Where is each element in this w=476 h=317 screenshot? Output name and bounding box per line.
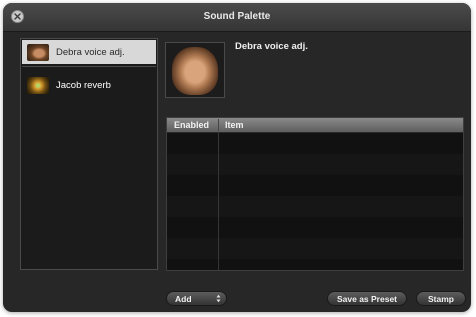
effects-table[interactable]: Enabled Item — [166, 117, 464, 271]
table-row[interactable] — [167, 217, 463, 238]
table-row[interactable] — [167, 133, 463, 154]
preset-list[interactable]: Debra voice adj. Jacob reverb — [20, 38, 158, 270]
table-row[interactable] — [167, 175, 463, 196]
updown-arrows-icon — [216, 294, 221, 303]
sound-palette-window: Sound Palette Debra voice adj. Jacob rev… — [3, 3, 471, 312]
column-header-enabled[interactable]: Enabled — [174, 118, 209, 132]
window-title: Sound Palette — [203, 11, 271, 22]
column-header-item[interactable]: Item — [225, 118, 244, 132]
add-popup-button[interactable]: Add — [166, 291, 227, 306]
stamp-button[interactable]: Stamp — [416, 291, 466, 306]
preset-item-label: Debra voice adj. — [56, 46, 125, 58]
table-row[interactable] — [167, 238, 463, 259]
table-row[interactable] — [167, 259, 463, 270]
face-thumbnail-icon — [27, 43, 49, 61]
preset-item-jacob-reverb[interactable]: Jacob reverb — [22, 73, 156, 97]
preset-divider — [22, 66, 156, 67]
add-button-label: Add — [175, 293, 192, 304]
preset-item-debra-voice-adj[interactable]: Debra voice adj. — [22, 40, 156, 64]
preset-item-label: Jacob reverb — [56, 79, 111, 91]
table-header: Enabled Item — [167, 118, 463, 133]
reverb-thumbnail-icon — [27, 76, 49, 94]
face-photo-icon — [172, 47, 218, 95]
save-as-preset-button[interactable]: Save as Preset — [327, 291, 407, 306]
table-row[interactable] — [167, 154, 463, 175]
column-divider — [218, 132, 219, 270]
column-divider — [218, 119, 219, 131]
table-row[interactable] — [167, 196, 463, 217]
preset-name-label: Debra voice adj. — [235, 41, 308, 52]
preset-image-well[interactable] — [165, 42, 225, 98]
title-bar[interactable]: Sound Palette — [3, 3, 471, 32]
